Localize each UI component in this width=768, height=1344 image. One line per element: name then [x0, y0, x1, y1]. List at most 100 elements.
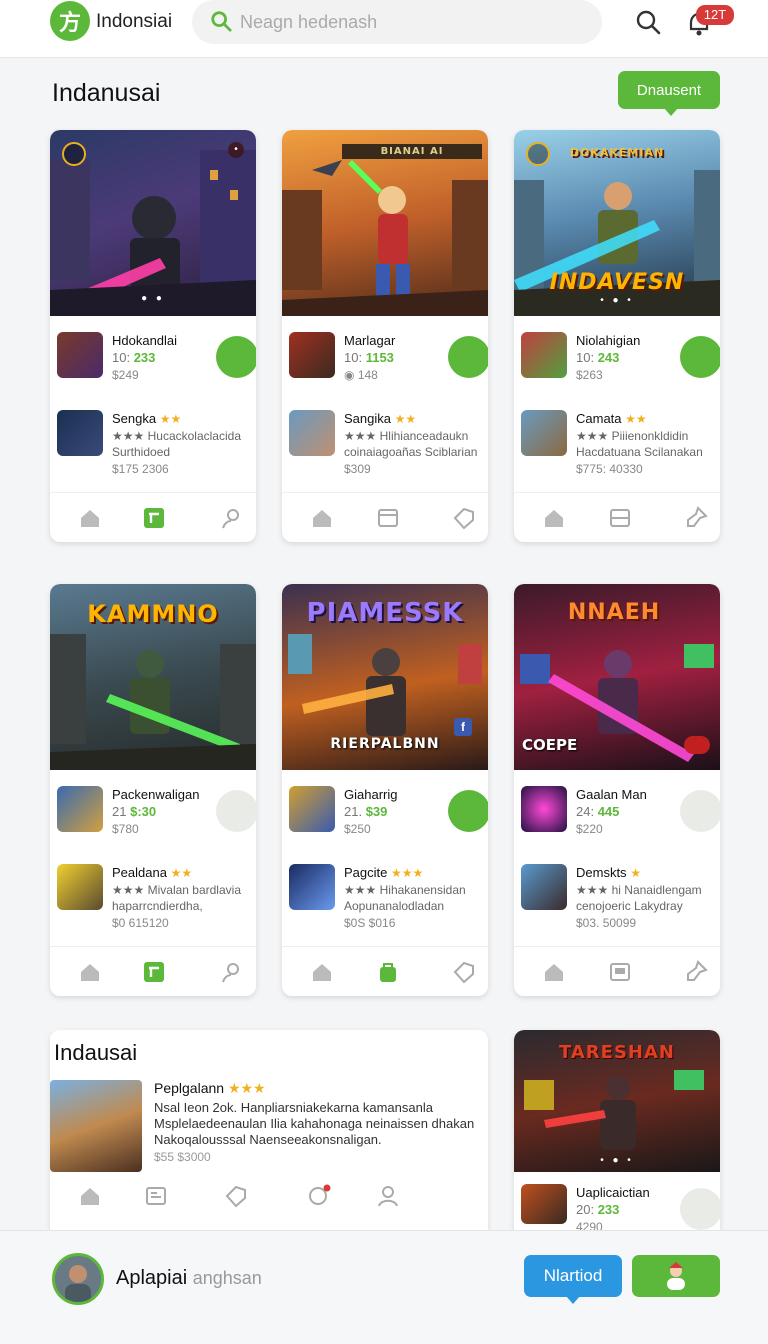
home-icon[interactable] — [542, 506, 566, 530]
home-icon[interactable] — [78, 960, 102, 984]
card-nav — [282, 946, 488, 996]
user-name: Aplapiai anghsan — [116, 1267, 262, 1289]
item-name: Demskts ★ — [576, 865, 641, 880]
list-item[interactable]: Demskts ★ ★★★ hi Nanaidlengam cenojoeric… — [514, 864, 720, 930]
item-price: $55 $3000 — [154, 1150, 211, 1164]
carousel-dots: • ● • — [600, 295, 634, 306]
game-card[interactable]: NNAEH COEPE Gaalan Man 24: 445 $220 Dems… — [514, 584, 720, 996]
item-description: coinaiagoañas Sciblarian — [344, 445, 478, 459]
list-item[interactable]: Sengka ★★ ★★★ Hucackolaclacida Surthidoe… — [50, 410, 256, 476]
facebook-icon[interactable]: f — [454, 718, 472, 736]
game-card[interactable]: KAMMNO Packenwaligan 21 $:30 $780 Pealda… — [50, 584, 256, 996]
tag-icon[interactable] — [452, 506, 476, 530]
list-item[interactable]: Camata ★★ ★★★ Piiienonkldidin Hacdatuana… — [514, 410, 720, 476]
install-button[interactable] — [680, 336, 720, 378]
profile-icon[interactable] — [220, 960, 244, 984]
store-icon[interactable] — [142, 506, 166, 530]
list-item[interactable]: Sangika ★★ ★★★ Hlihianceadaukn coinaiago… — [282, 410, 488, 476]
discover-button[interactable]: Dnausent — [618, 71, 720, 116]
install-button[interactable] — [216, 336, 256, 378]
bag-icon[interactable] — [376, 960, 400, 984]
home-icon[interactable] — [310, 960, 334, 984]
install-button[interactable] — [448, 790, 488, 832]
window-icon[interactable] — [608, 506, 632, 530]
install-button[interactable] — [680, 790, 720, 832]
item-description: cenojoeric Lakydray — [576, 899, 683, 913]
game-banner[interactable]: BIANAI AI — [282, 130, 488, 316]
item-price: $175 2306 — [112, 462, 169, 476]
list-item[interactable]: Hdokandlai 10: 233 $249 — [50, 332, 256, 392]
game-card[interactable]: PIAMESSK RIERPALBNN f Giaharrig 21. $39 … — [282, 584, 488, 996]
list-item[interactable]: Pagcite ★★★ ★★★ Hihakanensidan Aopunanal… — [282, 864, 488, 930]
bottom-bar: Aplapiai anghsan Nlartiod — [0, 1230, 768, 1344]
game-card[interactable]: • ● ● Hdokandlai 10: 233 $249 Sengka ★★ … — [50, 130, 256, 542]
game-banner[interactable]: NNAEH COEPE — [514, 584, 720, 770]
game-card[interactable]: DOKAKEMIAN INDAVESN • ● • Niolahigian 10… — [514, 130, 720, 542]
search-input[interactable] — [240, 8, 570, 36]
install-button[interactable] — [216, 790, 256, 832]
avatar[interactable] — [52, 1253, 104, 1305]
character-button[interactable] — [632, 1255, 720, 1297]
profile-icon[interactable] — [376, 1184, 400, 1208]
item-price: $249 — [112, 368, 139, 382]
list-item[interactable]: Packenwaligan 21 $:30 $780 — [50, 786, 256, 846]
banner-title: DOKAKEMIAN — [569, 146, 665, 159]
profile-icon[interactable] — [220, 506, 244, 530]
pin-icon[interactable] — [684, 506, 708, 530]
install-button[interactable] — [680, 1188, 720, 1230]
game-thumbnail — [57, 786, 103, 832]
store-icon[interactable] — [142, 960, 166, 984]
game-card[interactable]: TARESHAN • ● • Uaplicaictian 20: 233 429… — [514, 1030, 720, 1240]
app-logo[interactable]: 方 — [50, 1, 90, 41]
list-item[interactable]: Niolahigian 10: 243 $263 — [514, 332, 720, 392]
list-item[interactable]: Giaharrig 21. $39 $250 — [282, 786, 488, 846]
banner-subtitle: RIERPALBNN — [330, 736, 440, 752]
tag-icon[interactable] — [224, 1184, 248, 1208]
list-item[interactable]: Gaalan Man 24: 445 $220 — [514, 786, 720, 846]
item-price: $780 — [112, 822, 139, 836]
game-banner[interactable]: DOKAKEMIAN INDAVESN • ● • — [514, 130, 720, 316]
pin-icon[interactable] — [684, 960, 708, 984]
item-price: $250 — [344, 822, 371, 836]
search-bar[interactable] — [192, 0, 602, 44]
gallery-icon[interactable] — [608, 960, 632, 984]
item-description: ★★★ Mivalan bardlavia — [112, 883, 241, 897]
item-price: $309 — [344, 462, 371, 476]
game-thumbnail — [57, 864, 103, 910]
game-thumbnail — [521, 332, 567, 378]
featured-thumbnail — [50, 1080, 142, 1172]
home-icon[interactable] — [78, 1184, 102, 1208]
gallery-icon[interactable] — [144, 1184, 168, 1208]
home-icon[interactable] — [542, 960, 566, 984]
banner-title: BIANAI AI — [342, 144, 482, 159]
item-name: Pagcite ★★★ — [344, 865, 424, 880]
tag-icon[interactable] — [452, 960, 476, 984]
item-description: ★★★ Hlihianceadaukn — [344, 429, 469, 443]
item-meta: 21. $39 — [344, 804, 388, 819]
game-banner[interactable]: • ● ● — [50, 130, 256, 316]
record-icon[interactable] — [684, 736, 710, 754]
chat-icon[interactable] — [306, 1184, 332, 1208]
item-description: ★★★ Piiienonkldidin — [576, 429, 689, 443]
item-name: Sangika ★★ — [344, 411, 417, 426]
game-banner[interactable]: PIAMESSK RIERPALBNN f — [282, 584, 488, 770]
featured-card[interactable]: Indausai Peplgalann ★★★ Nsal Ieon 2ok. H… — [50, 1030, 488, 1240]
list-item[interactable]: Marlagar 10: 1153 ◉ 148 — [282, 332, 488, 392]
list-item[interactable]: Pealdana ★★ ★★★ Mivalan bardlavia haparr… — [50, 864, 256, 930]
item-description: Surthidoed — [112, 445, 171, 459]
search-icon[interactable] — [634, 8, 662, 36]
game-banner[interactable]: TARESHAN • ● • — [514, 1030, 720, 1172]
item-price: $0S $016 — [344, 916, 396, 930]
item-name: Hdokandlai — [112, 333, 178, 348]
item-name: Packenwaligan — [112, 787, 200, 802]
start-button[interactable]: Nlartiod — [524, 1255, 622, 1304]
home-icon[interactable] — [310, 506, 334, 530]
more-icon[interactable]: • — [228, 142, 244, 158]
install-button[interactable] — [448, 336, 488, 378]
game-banner[interactable]: KAMMNO — [50, 584, 256, 770]
app-title: Indonsiai — [96, 11, 173, 32]
item-description: Msplelaedeenaulan Ilia kahahonaga neinai… — [154, 1116, 475, 1131]
window-icon[interactable] — [376, 506, 400, 530]
home-icon[interactable] — [78, 506, 102, 530]
game-card[interactable]: BIANAI AI Marlagar 10: 1153 ◉ 148 Sangik… — [282, 130, 488, 542]
